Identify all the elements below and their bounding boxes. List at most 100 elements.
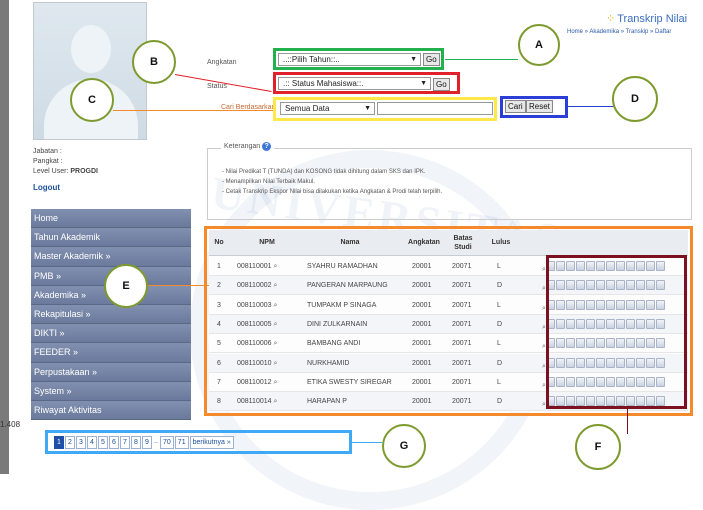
next-page-link[interactable]: berikutnya » [189,436,234,449]
callout-c: C [70,78,114,122]
cell-npm: 008110002 ⌕ [237,282,278,290]
search-icon[interactable]: ⌕ [274,379,278,386]
cell-angkatan: 20001 [412,320,432,328]
page-link-70[interactable]: 70 [160,436,174,449]
sidebar-item-home[interactable]: Home [31,209,191,229]
cell-batas-studi: 20071 [452,340,472,348]
connector-e [147,285,209,286]
callout-a: A [518,24,560,66]
keterangan-legend: Keterangan ? [221,142,275,151]
reset-button[interactable]: Reset [526,100,553,113]
search-icon[interactable]: ⌕ [274,263,278,270]
sidebar-menu: Home Tahun Akademik Master Akademik » PM… [31,209,191,421]
cari-button[interactable]: Cari [505,100,526,113]
cell-angkatan: 20001 [412,378,432,386]
connector-g [352,442,382,443]
cell-batas-studi: 20071 [452,320,472,328]
sidebar-item-feeder[interactable]: FEEDER » [31,343,191,363]
status-go-button[interactable]: Go [433,78,450,91]
status-label: Status [207,83,227,90]
page-link-2[interactable]: 2 [65,436,75,449]
cell-nama: HARAPAN P [307,398,347,406]
page-link-1[interactable]: 1 [54,436,64,449]
cell-no: 3 [217,301,221,309]
search-icon[interactable]: ⌕ [274,321,278,328]
cell-angkatan: 20001 [412,398,432,406]
connector-f [627,409,628,434]
sidebar-item-system[interactable]: System » [31,381,191,401]
chevron-down-icon: ▼ [420,80,427,87]
angkatan-label: Angkatan [207,59,237,66]
page-link-4[interactable]: 4 [87,436,97,449]
col-npm: NPM [259,239,275,246]
sidebar-item-dikti[interactable]: DIKTI » [31,324,191,344]
callout-b: B [132,40,176,84]
cell-batas-studi: 20071 [452,282,472,290]
angkatan-select[interactable]: ..::Pilih Tahun::.. ▼ [278,53,421,66]
page-link-9[interactable]: 9 [142,436,152,449]
cell-batas-studi: 20071 [452,263,472,270]
cell-nama: BAMBANG ANDI [307,340,361,348]
cell-lulus: D [497,359,503,367]
level-label: Level User: [33,168,69,175]
search-input[interactable] [377,102,493,115]
page-link-8[interactable]: 8 [131,436,141,449]
level-value: PROGDI [70,168,98,175]
keterangan-line: - Menampilkan Nilai Terbaik Makul. [222,179,315,185]
cell-lulus: D [497,398,503,406]
chevron-down-icon: ▼ [364,105,371,112]
col-nama: Nama [340,239,360,246]
cell-angkatan: 20001 [412,282,432,290]
sidebar-item-riwayat-aktivitas[interactable]: Riwayat Aktivitas [31,400,191,421]
cell-no: 2 [217,282,221,290]
sidebar-item-perpustakaan[interactable]: Perpustakaan » [31,362,191,382]
status-select[interactable]: .:: Status Mahasiswa::. ▼ [278,77,431,90]
cell-nama: ETIKA SWESTY SIREGAR [307,378,392,386]
search-icon[interactable]: ⌕ [274,398,278,405]
col-lulus: Lulus [491,239,511,246]
logout-link[interactable]: Logout [33,183,60,192]
search-icon[interactable]: ⌕ [274,340,278,347]
col-angkatan: Angkatan [408,239,440,246]
search-icon[interactable]: ⌕ [274,360,278,367]
cell-lulus: L [497,378,501,386]
cell-lulus: L [497,301,501,309]
connector-c [113,110,273,111]
cell-no: 5 [217,340,221,348]
page-link-6[interactable]: 6 [109,436,119,449]
cell-nama: TUMPAKM P SINAGA [307,301,377,309]
cell-nama: PANGERAN MARPAUNG [307,282,388,290]
cell-lulus: L [497,263,501,270]
connector-d [568,106,614,107]
page-link-5[interactable]: 5 [98,436,108,449]
angkatan-go-button[interactable]: Go [423,53,440,66]
cell-npm: 008110003 ⌕ [237,301,278,309]
search-icon[interactable]: ⌕ [274,302,278,309]
keterangan-line: - Cetak Transkrip Ekspor Nilai bisa dila… [222,189,443,195]
callout-g: G [382,424,426,468]
callout-box-f [546,255,687,409]
breadcrumb: Home » Akademika » Transkip » Daftar [567,29,672,35]
cell-batas-studi: 20071 [452,301,472,309]
sidebar-item-rekapitulasi[interactable]: Rekapitulasi » [31,304,191,325]
help-icon[interactable]: ? [262,142,272,151]
sidebar-item-master-akademik[interactable]: Master Akademik » [31,247,191,267]
cell-no: 7 [217,378,221,386]
cell-nama: SYAHRU RAMADHAN [307,263,378,270]
cell-no: 8 [217,398,221,406]
cell-lulus: D [497,282,503,290]
table-header: No NPM Nama Angkatan Batas Studi Lulus [209,230,688,256]
page-link-71[interactable]: 71 [174,436,189,449]
cell-lulus: L [497,340,501,348]
callout-e: E [104,264,148,308]
pangkat-label: Pangkat : [33,158,63,165]
cell-angkatan: 20001 [412,340,432,348]
search-icon[interactable]: ⌕ [274,282,278,289]
sidebar-item-tahun-akademik[interactable]: Tahun Akademik [31,228,191,248]
cell-npm: 008110005 ⌕ [237,320,278,328]
page-link-3[interactable]: 3 [76,436,86,449]
left-edge-strip [0,0,9,474]
cell-npm: 008110006 ⌕ [237,340,278,348]
cari-select[interactable]: Semua Data ▼ [280,102,375,115]
page-link-7[interactable]: 7 [120,436,130,449]
